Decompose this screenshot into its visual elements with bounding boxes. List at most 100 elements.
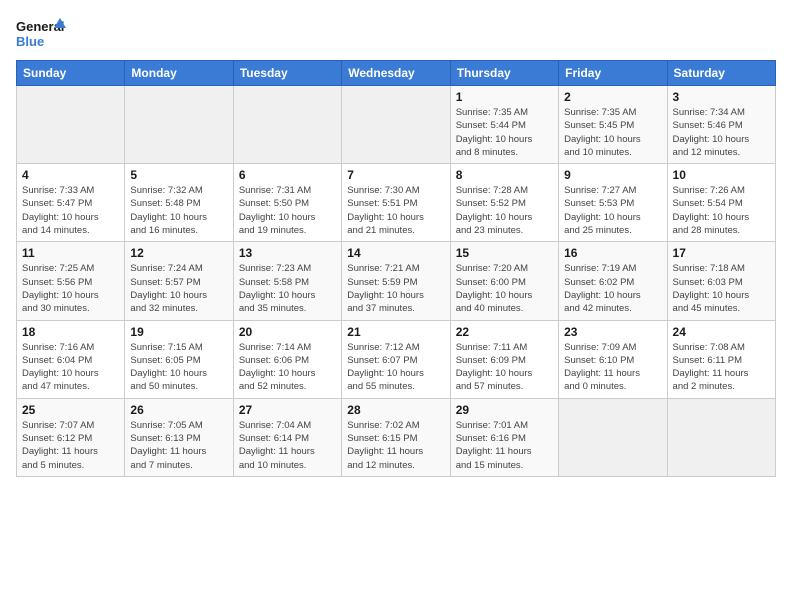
day-number: 10 <box>673 168 770 182</box>
calendar-cell <box>342 86 450 164</box>
logo: General Blue <box>16 16 66 52</box>
day-info: Sunrise: 7:24 AM Sunset: 5:57 PM Dayligh… <box>130 262 227 315</box>
day-number: 14 <box>347 246 444 260</box>
calendar-cell: 6 Sunrise: 7:31 AM Sunset: 5:50 PM Daylig… <box>233 164 341 242</box>
day-info: Sunrise: 7:20 AM Sunset: 6:00 PM Dayligh… <box>456 262 553 315</box>
day-number: 18 <box>22 325 119 339</box>
week-row-4: 25 Sunrise: 7:07 AM Sunset: 6:12 PM Dayli… <box>17 398 776 476</box>
calendar-cell <box>233 86 341 164</box>
day-info: Sunrise: 7:30 AM Sunset: 5:51 PM Dayligh… <box>347 184 444 237</box>
calendar-cell: 28Sunrise: 7:02 AM Sunset: 6:15 PM Dayli… <box>342 398 450 476</box>
day-info: Sunrise: 7:08 AM Sunset: 6:11 PM Dayligh… <box>673 341 770 394</box>
day-info: Sunrise: 7:01 AM Sunset: 6:16 PM Dayligh… <box>456 419 553 472</box>
calendar-cell: 17 Sunrise: 7:18 AM Sunset: 6:03 PM Dayli… <box>667 242 775 320</box>
week-row-2: 11 Sunrise: 7:25 AM Sunset: 5:56 PM Dayli… <box>17 242 776 320</box>
calendar-cell: 11 Sunrise: 7:25 AM Sunset: 5:56 PM Dayli… <box>17 242 125 320</box>
day-number: 11 <box>22 246 119 260</box>
calendar-cell: 14 Sunrise: 7:21 AM Sunset: 5:59 PM Dayli… <box>342 242 450 320</box>
header-friday: Friday <box>559 61 667 86</box>
header-tuesday: Tuesday <box>233 61 341 86</box>
week-row-0: 1 Sunrise: 7:35 AM Sunset: 5:44 PM Daylig… <box>17 86 776 164</box>
calendar-cell: 5Sunrise: 7:32 AM Sunset: 5:48 PM Daylig… <box>125 164 233 242</box>
day-number: 26 <box>130 403 227 417</box>
calendar-cell: 1 Sunrise: 7:35 AM Sunset: 5:44 PM Daylig… <box>450 86 558 164</box>
day-number: 3 <box>673 90 770 104</box>
day-number: 27 <box>239 403 336 417</box>
logo-svg: General Blue <box>16 16 66 52</box>
day-info: Sunrise: 7:14 AM Sunset: 6:06 PM Dayligh… <box>239 341 336 394</box>
day-number: 21 <box>347 325 444 339</box>
calendar-cell <box>17 86 125 164</box>
day-number: 20 <box>239 325 336 339</box>
day-info: Sunrise: 7:02 AM Sunset: 6:15 PM Dayligh… <box>347 419 444 472</box>
calendar-cell: 18 Sunrise: 7:16 AM Sunset: 6:04 PM Dayli… <box>17 320 125 398</box>
calendar-cell <box>559 398 667 476</box>
calendar-cell: 24 Sunrise: 7:08 AM Sunset: 6:11 PM Dayli… <box>667 320 775 398</box>
calendar-cell: 27 Sunrise: 7:04 AM Sunset: 6:14 PM Dayli… <box>233 398 341 476</box>
calendar-cell: 23 Sunrise: 7:09 AM Sunset: 6:10 PM Dayli… <box>559 320 667 398</box>
calendar-cell <box>667 398 775 476</box>
day-info: Sunrise: 7:15 AM Sunset: 6:05 PM Dayligh… <box>130 341 227 394</box>
day-number: 1 <box>456 90 553 104</box>
day-number: 25 <box>22 403 119 417</box>
calendar-table: SundayMondayTuesdayWednesdayThursdayFrid… <box>16 60 776 477</box>
day-info: Sunrise: 7:35 AM Sunset: 5:45 PM Dayligh… <box>564 106 661 159</box>
calendar-cell: 10 Sunrise: 7:26 AM Sunset: 5:54 PM Dayli… <box>667 164 775 242</box>
day-info: Sunrise: 7:04 AM Sunset: 6:14 PM Dayligh… <box>239 419 336 472</box>
day-info: Sunrise: 7:28 AM Sunset: 5:52 PM Dayligh… <box>456 184 553 237</box>
day-info: Sunrise: 7:35 AM Sunset: 5:44 PM Dayligh… <box>456 106 553 159</box>
calendar-cell: 2 Sunrise: 7:35 AM Sunset: 5:45 PM Daylig… <box>559 86 667 164</box>
header-saturday: Saturday <box>667 61 775 86</box>
calendar-cell: 7 Sunrise: 7:30 AM Sunset: 5:51 PM Daylig… <box>342 164 450 242</box>
day-number: 13 <box>239 246 336 260</box>
header-monday: Monday <box>125 61 233 86</box>
day-number: 7 <box>347 168 444 182</box>
week-row-3: 18 Sunrise: 7:16 AM Sunset: 6:04 PM Dayli… <box>17 320 776 398</box>
calendar-cell: 3 Sunrise: 7:34 AM Sunset: 5:46 PM Daylig… <box>667 86 775 164</box>
calendar-cell: 4 Sunrise: 7:33 AM Sunset: 5:47 PM Daylig… <box>17 164 125 242</box>
day-number: 4 <box>22 168 119 182</box>
calendar-cell: 13Sunrise: 7:23 AM Sunset: 5:58 PM Dayli… <box>233 242 341 320</box>
calendar-cell: 21 Sunrise: 7:12 AM Sunset: 6:07 PM Dayli… <box>342 320 450 398</box>
day-number: 22 <box>456 325 553 339</box>
day-number: 17 <box>673 246 770 260</box>
day-info: Sunrise: 7:16 AM Sunset: 6:04 PM Dayligh… <box>22 341 119 394</box>
calendar-cell: 22 Sunrise: 7:11 AM Sunset: 6:09 PM Dayli… <box>450 320 558 398</box>
calendar-cell: 9 Sunrise: 7:27 AM Sunset: 5:53 PM Daylig… <box>559 164 667 242</box>
day-info: Sunrise: 7:19 AM Sunset: 6:02 PM Dayligh… <box>564 262 661 315</box>
day-number: 5 <box>130 168 227 182</box>
day-info: Sunrise: 7:26 AM Sunset: 5:54 PM Dayligh… <box>673 184 770 237</box>
day-number: 9 <box>564 168 661 182</box>
day-info: Sunrise: 7:21 AM Sunset: 5:59 PM Dayligh… <box>347 262 444 315</box>
day-number: 15 <box>456 246 553 260</box>
header-row: SundayMondayTuesdayWednesdayThursdayFrid… <box>17 61 776 86</box>
day-number: 24 <box>673 325 770 339</box>
calendar-cell <box>125 86 233 164</box>
page-header: General Blue <box>16 16 776 52</box>
day-number: 8 <box>456 168 553 182</box>
calendar-cell: 29Sunrise: 7:01 AM Sunset: 6:16 PM Dayli… <box>450 398 558 476</box>
day-info: Sunrise: 7:12 AM Sunset: 6:07 PM Dayligh… <box>347 341 444 394</box>
day-info: Sunrise: 7:25 AM Sunset: 5:56 PM Dayligh… <box>22 262 119 315</box>
day-info: Sunrise: 7:27 AM Sunset: 5:53 PM Dayligh… <box>564 184 661 237</box>
day-number: 16 <box>564 246 661 260</box>
day-info: Sunrise: 7:09 AM Sunset: 6:10 PM Dayligh… <box>564 341 661 394</box>
day-info: Sunrise: 7:31 AM Sunset: 5:50 PM Dayligh… <box>239 184 336 237</box>
day-number: 23 <box>564 325 661 339</box>
day-number: 2 <box>564 90 661 104</box>
header-thursday: Thursday <box>450 61 558 86</box>
calendar-cell: 26 Sunrise: 7:05 AM Sunset: 6:13 PM Dayli… <box>125 398 233 476</box>
svg-text:Blue: Blue <box>16 34 44 49</box>
day-number: 12 <box>130 246 227 260</box>
calendar-cell: 19 Sunrise: 7:15 AM Sunset: 6:05 PM Dayli… <box>125 320 233 398</box>
day-info: Sunrise: 7:05 AM Sunset: 6:13 PM Dayligh… <box>130 419 227 472</box>
day-info: Sunrise: 7:07 AM Sunset: 6:12 PM Dayligh… <box>22 419 119 472</box>
day-info: Sunrise: 7:34 AM Sunset: 5:46 PM Dayligh… <box>673 106 770 159</box>
day-number: 6 <box>239 168 336 182</box>
calendar-header: SundayMondayTuesdayWednesdayThursdayFrid… <box>17 61 776 86</box>
day-info: Sunrise: 7:11 AM Sunset: 6:09 PM Dayligh… <box>456 341 553 394</box>
day-number: 19 <box>130 325 227 339</box>
calendar-cell: 8 Sunrise: 7:28 AM Sunset: 5:52 PM Daylig… <box>450 164 558 242</box>
day-info: Sunrise: 7:33 AM Sunset: 5:47 PM Dayligh… <box>22 184 119 237</box>
day-info: Sunrise: 7:18 AM Sunset: 6:03 PM Dayligh… <box>673 262 770 315</box>
